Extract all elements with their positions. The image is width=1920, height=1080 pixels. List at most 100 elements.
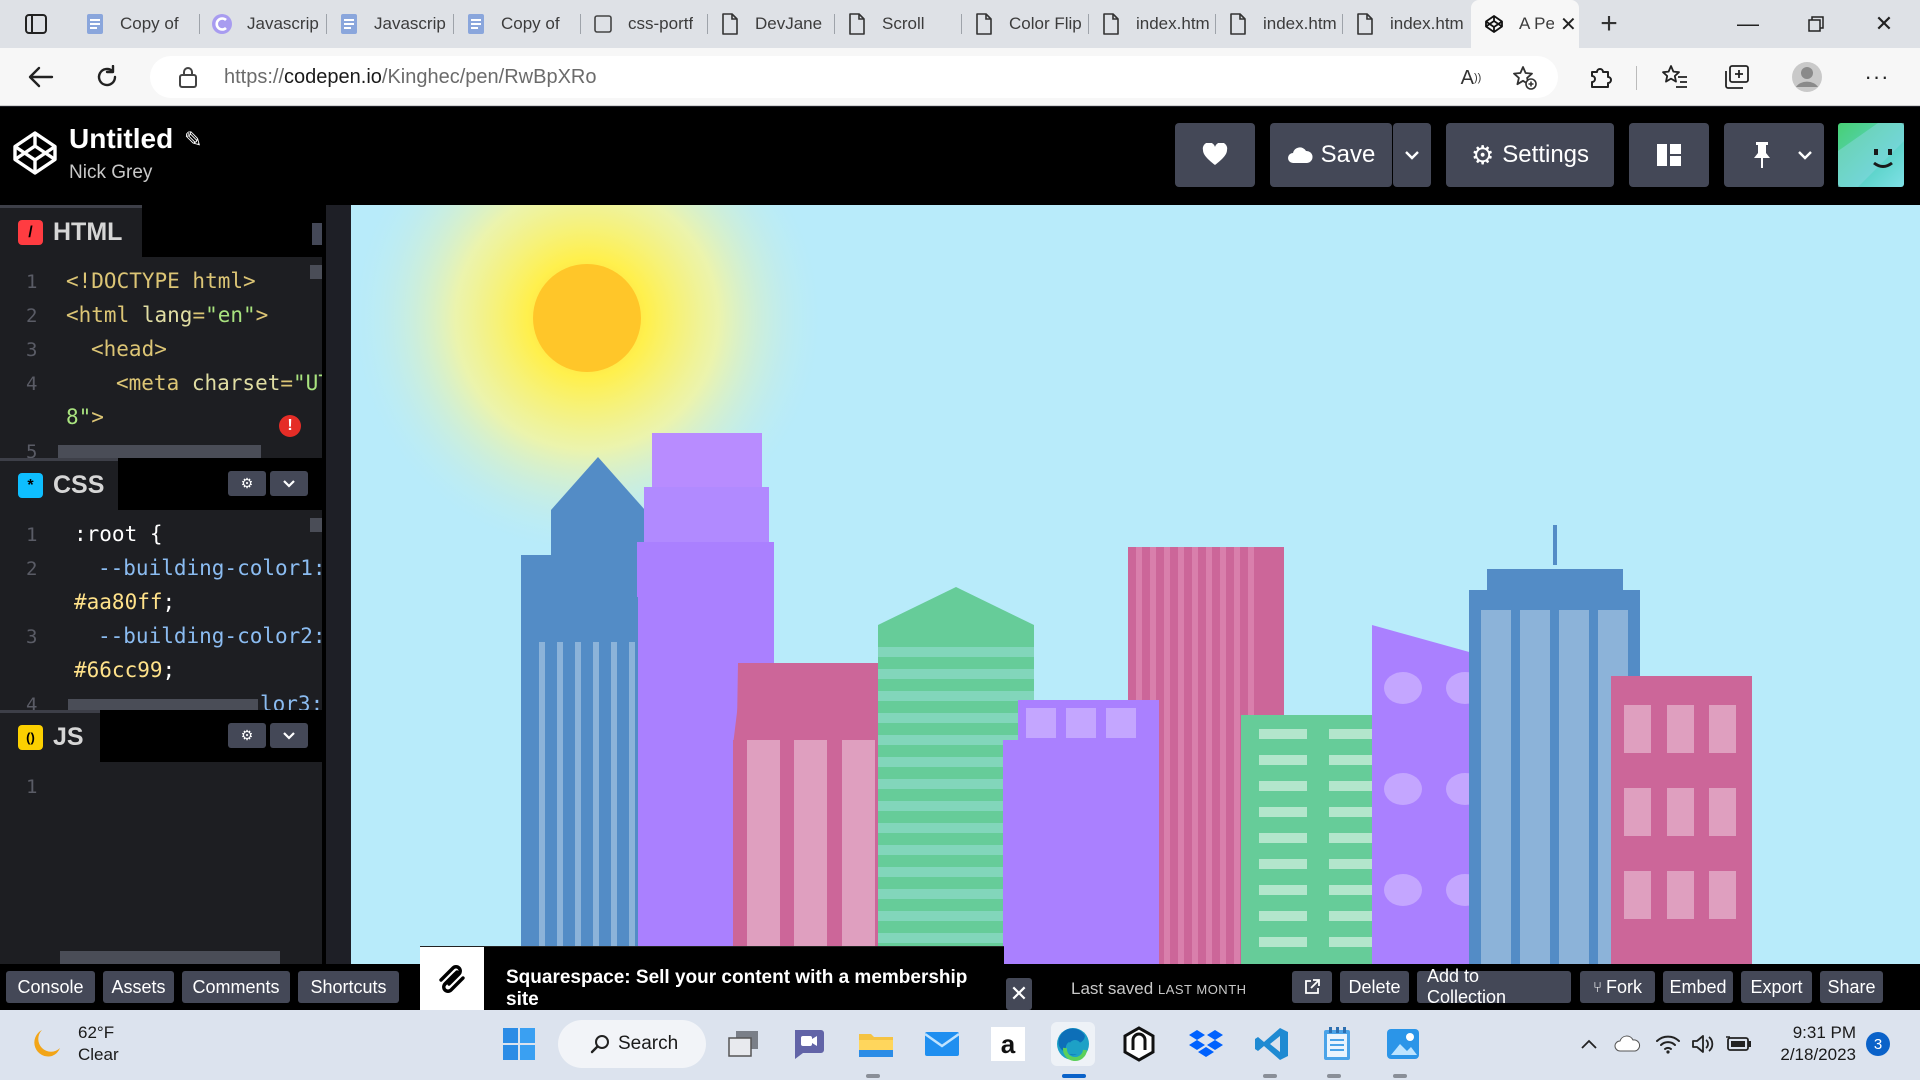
js-editor-header: () JS ⚙ xyxy=(0,710,322,762)
mail-icon[interactable] xyxy=(920,1022,964,1066)
task-view-icon[interactable] xyxy=(722,1022,766,1066)
js-settings-button[interactable]: ⚙ xyxy=(228,723,266,748)
embed-button[interactable]: Embed xyxy=(1663,971,1733,1003)
edge-browser-icon[interactable] xyxy=(1051,1022,1095,1066)
user-avatar[interactable] xyxy=(1838,123,1904,187)
js-horizontal-scrollbar[interactable] xyxy=(60,951,280,964)
tab-actions-button[interactable] xyxy=(0,0,72,48)
settings-button[interactable]: ⚙ Settings xyxy=(1446,123,1614,187)
tab-2[interactable]: Javascrip xyxy=(199,0,326,48)
add-favorite-icon[interactable] xyxy=(1512,65,1538,91)
tab-10[interactable]: index.htm xyxy=(1215,0,1342,48)
tab-1[interactable]: Copy of xyxy=(72,0,199,48)
css-settings-button[interactable]: ⚙ xyxy=(228,471,266,496)
console-button[interactable]: Console xyxy=(6,971,95,1003)
pen-author[interactable]: Nick Grey xyxy=(69,162,152,184)
assets-button[interactable]: Assets xyxy=(103,971,174,1003)
html-vertical-scrollbar[interactable] xyxy=(310,265,322,279)
comments-button[interactable]: Comments xyxy=(182,971,290,1003)
tab-7[interactable]: Scroll xyxy=(834,0,961,48)
search-icon xyxy=(590,1035,609,1054)
code-token: <head> xyxy=(91,337,167,361)
save-options-dropdown[interactable] xyxy=(1393,123,1431,187)
tab-6[interactable]: DevJane xyxy=(707,0,834,48)
tab-8[interactable]: Color Flip xyxy=(961,0,1088,48)
css-code-editor[interactable]: 1:root {2 --building-color1: #aa80ff; 3 --bu… xyxy=(0,510,326,716)
amazon-icon[interactable]: a xyxy=(986,1022,1030,1066)
back-button[interactable] xyxy=(22,58,60,96)
cloud-icon xyxy=(1287,147,1313,163)
browser-tab-strip: Copy of Javascrip Javascrip Copy of css-port… xyxy=(0,0,1920,48)
codepen-icon xyxy=(1483,13,1505,35)
gear-icon: ⚙ xyxy=(1470,139,1495,170)
delete-button[interactable]: Delete xyxy=(1340,971,1409,1003)
edit-title-pencil-icon[interactable]: ✎ xyxy=(184,127,202,153)
save-button[interactable]: Save xyxy=(1270,123,1392,187)
tab-11[interactable]: index.htm xyxy=(1342,0,1469,48)
extensions-button[interactable] xyxy=(1582,58,1620,96)
system-clock[interactable]: 9:31 PM 2/18/2023 xyxy=(1768,1022,1856,1066)
notification-badge[interactable]: 3 xyxy=(1866,1032,1890,1056)
css-vertical-scrollbar[interactable] xyxy=(310,518,322,532)
pen-title[interactable]: Untitled xyxy=(69,123,173,155)
read-aloud-icon[interactable]: A)) xyxy=(1458,65,1484,91)
minimize-button[interactable]: — xyxy=(1714,0,1782,48)
heart-button[interactable] xyxy=(1175,123,1255,187)
html-code-editor[interactable]: 1 <!DOCTYPE html> 2 <html lang="en"> 3 <head>… xyxy=(0,257,331,467)
close-tab-icon[interactable]: ✕ xyxy=(1558,13,1579,36)
codepen-logo-icon[interactable] xyxy=(12,130,58,176)
more-menu-icon[interactable]: ··· xyxy=(1858,58,1896,96)
building-6 xyxy=(1003,700,1159,964)
tab-5[interactable]: css-portf xyxy=(580,0,707,48)
page-icon xyxy=(1100,13,1122,35)
weather-widget[interactable]: 62°F Clear xyxy=(28,1022,119,1066)
restore-button[interactable] xyxy=(1782,0,1850,48)
preview-resize-gutter[interactable] xyxy=(326,205,351,964)
js-editor-tab[interactable]: () JS xyxy=(0,710,100,762)
dropbox-icon[interactable] xyxy=(1184,1022,1228,1066)
wifi-icon[interactable] xyxy=(1654,1024,1682,1064)
code-line: <html lang="en"> xyxy=(66,303,268,327)
html-editor-tab[interactable]: / HTML xyxy=(0,205,142,257)
profile-button[interactable] xyxy=(1788,58,1826,96)
js-collapse-button[interactable] xyxy=(270,723,308,748)
change-view-button[interactable] xyxy=(1629,123,1709,187)
tab-label: A Pe xyxy=(1519,14,1554,33)
new-tab-button[interactable]: + xyxy=(1585,0,1633,48)
css-collapse-button[interactable] xyxy=(270,471,308,496)
close-window-button[interactable]: ✕ xyxy=(1850,0,1918,48)
add-to-collection-button[interactable]: Add to Collection xyxy=(1417,966,1571,1007)
shortcuts-button[interactable]: Shortcuts xyxy=(298,971,399,1003)
js-code-editor[interactable]: 1 xyxy=(0,762,322,952)
tab-9[interactable]: index.htm xyxy=(1088,0,1215,48)
github-desktop-icon[interactable] xyxy=(1117,1022,1161,1066)
close-ad-icon[interactable]: ✕ xyxy=(1006,978,1032,1010)
tab-active[interactable]: A Pe ✕ xyxy=(1471,0,1579,48)
onedrive-cloud-icon[interactable] xyxy=(1612,1024,1642,1064)
tab-4[interactable]: Copy of xyxy=(453,0,580,48)
export-button[interactable]: Export xyxy=(1741,971,1812,1003)
collections-button[interactable] xyxy=(1718,58,1756,96)
battery-icon[interactable] xyxy=(1724,1024,1754,1064)
html-horizontal-scrollbar[interactable] xyxy=(58,445,261,458)
favorites-button[interactable] xyxy=(1656,58,1694,96)
start-button[interactable] xyxy=(497,1022,541,1066)
vscode-icon[interactable] xyxy=(1250,1022,1294,1066)
open-external-button[interactable] xyxy=(1292,971,1332,1003)
pin-options-dropdown[interactable] xyxy=(1786,123,1824,187)
share-button[interactable]: Share xyxy=(1820,971,1883,1003)
teams-chat-icon[interactable] xyxy=(786,1022,830,1066)
volume-icon[interactable] xyxy=(1689,1024,1717,1064)
html-editor-controls[interactable] xyxy=(312,223,322,245)
css-editor-tab[interactable]: * CSS xyxy=(0,458,118,510)
photos-icon[interactable] xyxy=(1381,1022,1425,1066)
notepad-icon[interactable] xyxy=(1315,1022,1359,1066)
taskbar-search[interactable]: Search xyxy=(558,1020,706,1068)
tab-3[interactable]: Javascrip xyxy=(326,0,453,48)
fork-button[interactable]: ⑂ Fork xyxy=(1580,971,1655,1003)
address-bar[interactable]: https://codepen.io/Kinghec/pen/RwBpXRo A… xyxy=(150,56,1558,98)
show-hidden-icons-chevron-up-icon[interactable] xyxy=(1578,1024,1600,1064)
sponsor-ad[interactable]: Squarespace: Sell your content with a me… xyxy=(420,946,1004,1011)
file-explorer-icon[interactable] xyxy=(854,1022,898,1066)
refresh-button[interactable] xyxy=(88,58,126,96)
